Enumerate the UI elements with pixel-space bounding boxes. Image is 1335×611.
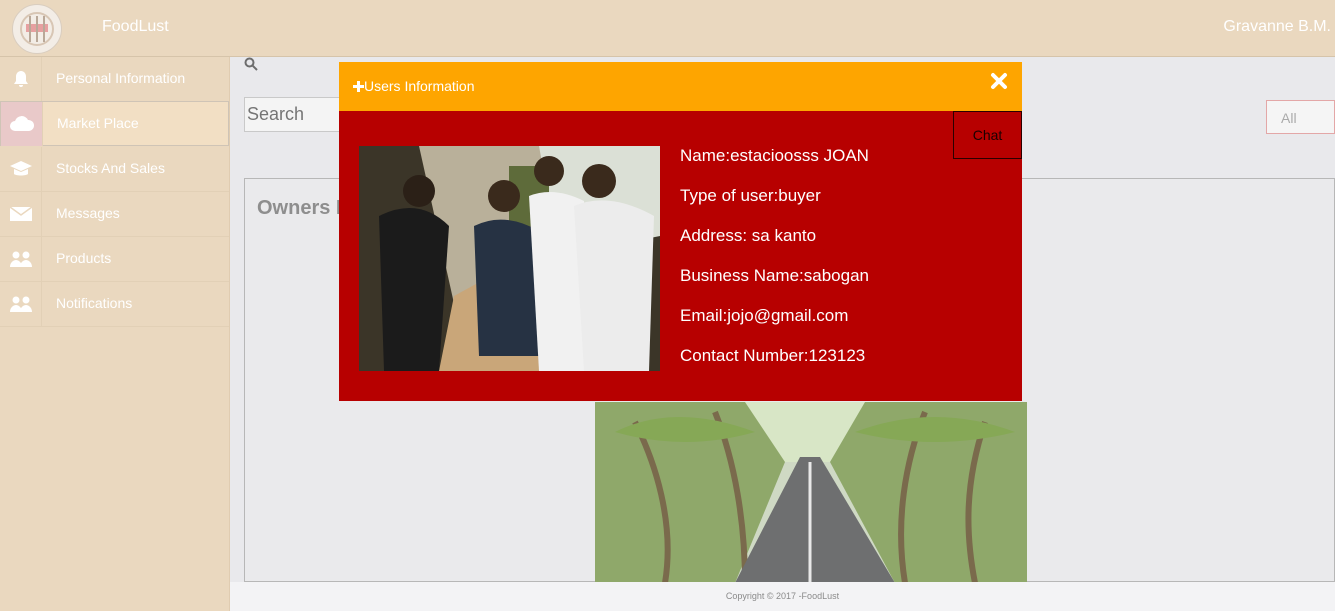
sidebar-item-personal-information[interactable]: Personal Information [0, 57, 229, 102]
close-icon [991, 73, 1007, 89]
plus-icon [353, 81, 364, 92]
product-image[interactable] [595, 402, 1027, 583]
brand-name[interactable]: FoodLust [102, 18, 169, 36]
group-icon [0, 237, 42, 281]
user-email-field: Email:jojo@gmail.com [680, 306, 849, 325]
user-photo [359, 146, 660, 371]
search-icon[interactable] [244, 57, 258, 76]
modal-title: Users Information [353, 78, 474, 94]
user-details: Name:estacioosss JOAN Type of user:buyer… [680, 146, 869, 386]
sidebar-item-label: Notifications [56, 295, 133, 311]
chat-button[interactable]: Chat [953, 111, 1022, 159]
contact-number-field: Contact Number:123123 [680, 346, 866, 365]
sidebar-item-label: Market Place [57, 115, 139, 131]
user-type-field: Type of user:buyer [680, 186, 821, 205]
category-filter-select[interactable]: All [1266, 100, 1335, 134]
group-icon [0, 282, 42, 326]
fork-knife-icon [20, 12, 54, 46]
sidebar: Personal Information Market Place Stocks… [0, 57, 230, 611]
sidebar-item-messages[interactable]: Messages [0, 192, 229, 237]
app-logo[interactable] [12, 4, 62, 54]
user-address-field: Address: sa kanto [680, 226, 817, 245]
footer-copyright: Copyright © 2017 -FoodLust [230, 582, 1335, 611]
sidebar-item-market-place[interactable]: Market Place [0, 101, 229, 146]
sidebar-item-label: Messages [56, 205, 120, 221]
user-name-field: Name:estacioosss JOAN [680, 146, 869, 165]
sidebar-item-label: Personal Information [56, 70, 186, 86]
business-name-field: Business Name:sabogan [680, 266, 870, 285]
modal-title-text: Users Information [364, 78, 475, 94]
sidebar-item-label: Stocks And Sales [56, 160, 165, 176]
users-information-modal: Users Information Chat Name:estacioosss … [339, 62, 1022, 401]
close-button[interactable] [988, 70, 1010, 92]
modal-header: Users Information [339, 62, 1022, 111]
graduation-cap-icon [0, 147, 42, 191]
user-name[interactable]: Gravanne B.M. [1223, 18, 1331, 36]
owners-title: Owners I [257, 197, 342, 219]
sidebar-item-stocks-and-sales[interactable]: Stocks And Sales [0, 147, 229, 192]
cloud-icon [1, 102, 43, 146]
sidebar-item-label: Products [56, 250, 112, 266]
top-navbar: FoodLust Gravanne B.M. [0, 0, 1335, 57]
bell-icon [0, 57, 42, 101]
envelope-icon [0, 192, 42, 236]
sidebar-item-products[interactable]: Products [0, 237, 229, 282]
sidebar-item-notifications[interactable]: Notifications [0, 282, 229, 327]
